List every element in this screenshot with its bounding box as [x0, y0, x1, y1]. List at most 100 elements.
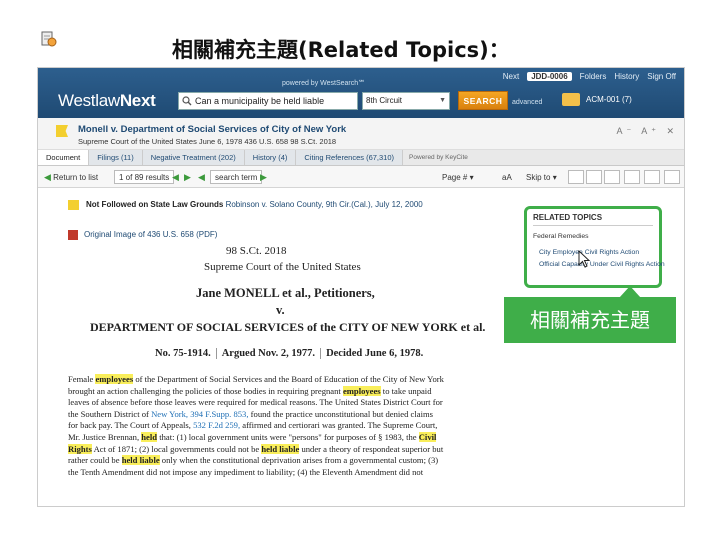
syllabus-text: that: (1) local government units were "p… — [157, 431, 419, 442]
related-topic-heading: Federal Remedies — [533, 233, 589, 240]
syllabus-text: only when the constitutional deprivation… — [159, 455, 439, 466]
related-topics-title: RELATED TOPICS — [533, 213, 603, 222]
top-bar: powered by WestSearch℠ Next JDD-0006 Fol… — [38, 68, 684, 118]
petitioner-name: Jane MONELL et al., Petitioners, — [196, 286, 375, 300]
skip-to-menu[interactable]: Skip to ▾ — [526, 170, 557, 184]
syllabus-text: brought an action challenging the polici… — [68, 385, 343, 396]
yellow-flag-icon — [68, 200, 79, 210]
negative-treatment-notice: Not Followed on State Law Grounds Robins… — [86, 200, 423, 209]
arrow-left-icon: ◀ — [44, 171, 51, 182]
syllabus-text: to take unpaid — [380, 385, 432, 396]
history-link[interactable]: History — [614, 72, 639, 81]
syllabus-line: rather could be held liable only when th… — [68, 455, 500, 467]
syllabus-line: Mr. Justice Brennan, held that: (1) loca… — [68, 431, 500, 444]
tab-document[interactable]: Document — [38, 150, 90, 165]
syllabus-text: found the practice unconstitutional but … — [248, 408, 433, 419]
related-topics-callout: 相關補充主題 — [504, 297, 676, 343]
powered-by-text: powered by WestSearch℠ — [282, 80, 366, 87]
syllabus-text: under a theory of respondeat superior bu… — [299, 443, 444, 454]
document-title: Monell v. Department of Social Services … — [78, 124, 347, 135]
tab-negative-treatment[interactable]: Negative Treatment (202) — [142, 150, 245, 165]
case-dates: No. 75-1914. Argued Nov. 2, 1977. Decide… — [150, 348, 428, 359]
westlaw-next-logo[interactable]: WestlawNext — [58, 91, 156, 111]
original-image-link[interactable]: Original Image of 436 U.S. 658 (PDF) — [84, 230, 217, 239]
syllabus-line: the Southern District of New York, 394 F… — [68, 409, 500, 421]
citation-link[interactable]: 532 F.2d 259, — [193, 420, 240, 430]
folder-icon[interactable] — [562, 93, 580, 106]
logo-westlaw: Westlaw — [58, 91, 120, 110]
tab-citing-references[interactable]: Citing References (67,310) — [296, 150, 404, 165]
syllabus-text: of the Department of Social Services and… — [133, 374, 444, 384]
tab-filings[interactable]: Filings (11) — [89, 150, 143, 165]
court-citation: 98 S.Ct. 2018 — [226, 245, 287, 257]
search-icon — [182, 96, 192, 106]
jurisdiction-select[interactable]: 8th Circuit ▼ — [362, 92, 450, 110]
search-hit-highlight: employees — [342, 385, 381, 396]
folders-link[interactable]: Folders — [580, 72, 607, 81]
pdf-icon — [68, 230, 78, 240]
argued-date: Argued Nov. 2, 1977. — [217, 348, 322, 359]
document-tabs: Document Filings (11) Negative Treatment… — [38, 150, 684, 166]
syllabus-text: Female — [68, 374, 96, 384]
annotate-button[interactable] — [568, 170, 584, 184]
decided-date: Decided June 6, 1978. — [326, 348, 424, 359]
negative-treatment-case-link[interactable]: Robinson v. Solano County, 9th Cir.(Cal.… — [226, 200, 423, 209]
slide-title: 相關補充主題(Related Topics)： — [172, 38, 510, 62]
syllabus-text: rather could be — [68, 455, 122, 466]
chevron-down-icon: ▼ — [439, 97, 446, 104]
document-header: Monell v. Department of Social Services … — [38, 118, 684, 150]
syllabus-line: brought an action challenging the polici… — [68, 385, 500, 398]
search-term-navigator[interactable]: search term — [210, 170, 263, 184]
citation-link[interactable]: New York, 394 F.Supp. 853, — [151, 409, 248, 419]
syllabus-text: the Southern District of — [68, 408, 152, 419]
search-query-text: Can a municipality be held liable — [195, 96, 325, 106]
print-button[interactable] — [644, 170, 660, 184]
page-menu[interactable]: Page # ▾ — [442, 170, 474, 184]
syllabus-text: for back pay. The Court of Appeals, — [68, 420, 194, 431]
download-button[interactable] — [624, 170, 640, 184]
keycite-powered-text: Powered by KeyCite — [409, 154, 468, 161]
folder-button[interactable] — [586, 170, 602, 184]
advanced-search-link[interactable]: advanced — [512, 99, 542, 106]
next-result-button[interactable]: ▶ — [184, 170, 191, 184]
versus-text: v. — [276, 303, 285, 317]
syllabus-text: Act of 1871; (2) local governments could… — [91, 443, 262, 454]
search-hit-highlight: employees — [95, 374, 134, 384]
westlaw-screenshot: powered by WestSearch℠ Next JDD-0006 Fol… — [37, 67, 685, 507]
related-topic-link[interactable]: Official Capacity Under Civil Rights Act… — [539, 261, 665, 268]
search-hit-highlight: held liable — [261, 443, 300, 454]
syllabus-line: for back pay. The Court of Appeals, 532 … — [68, 420, 500, 432]
divider — [533, 225, 653, 226]
text-size-button[interactable]: aA — [502, 170, 512, 184]
return-to-list-button[interactable]: ◀ Return to list — [44, 170, 98, 184]
docket-number: No. 75-1914. — [150, 348, 217, 359]
skip-to-label: Skip to — [526, 172, 551, 182]
document-citation: Supreme Court of the United States June … — [78, 137, 337, 146]
search-hit-highlight: held — [141, 431, 158, 442]
negative-treatment-label: Not Followed on State Law Grounds — [86, 200, 224, 209]
prev-term-button[interactable]: ◀ — [198, 170, 205, 184]
document-tools[interactable]: A⁻ A⁺ ✕ — [616, 126, 678, 137]
email-button[interactable] — [664, 170, 680, 184]
folder-label[interactable]: ACM-001 (7) — [586, 95, 632, 104]
logo-next: Next — [119, 91, 156, 110]
court-name: Supreme Court of the United States — [204, 261, 361, 273]
search-input[interactable]: Can a municipality be held liable — [178, 92, 358, 110]
search-hit-highlight: Rights — [68, 443, 92, 454]
jurisdiction-value: 8th Circuit — [366, 96, 403, 105]
search-button[interactable]: SEARCH — [458, 91, 508, 110]
prev-result-button[interactable]: ◀ — [172, 170, 179, 184]
tab-history[interactable]: History (4) — [244, 150, 297, 165]
sign-off-link[interactable]: Sign Off — [647, 72, 676, 81]
related-topics-panel: RELATED TOPICS Federal Remedies City Emp… — [524, 206, 665, 288]
return-to-list-label: Return to list — [53, 172, 99, 182]
yellow-flag-icon — [56, 125, 68, 137]
next-term-button[interactable]: ▶ — [260, 170, 267, 184]
case-syllabus: Female employees of the Department of So… — [68, 374, 500, 478]
share-button[interactable] — [604, 170, 620, 184]
results-counter: 1 of 89 results — [114, 170, 175, 184]
next-link[interactable]: Next — [503, 72, 519, 81]
arrow-right-icon: ▶ — [260, 171, 267, 182]
syllabus-line: leaves of absence before those leaves we… — [68, 397, 443, 408]
client-id-button[interactable]: JDD-0006 — [527, 72, 572, 81]
